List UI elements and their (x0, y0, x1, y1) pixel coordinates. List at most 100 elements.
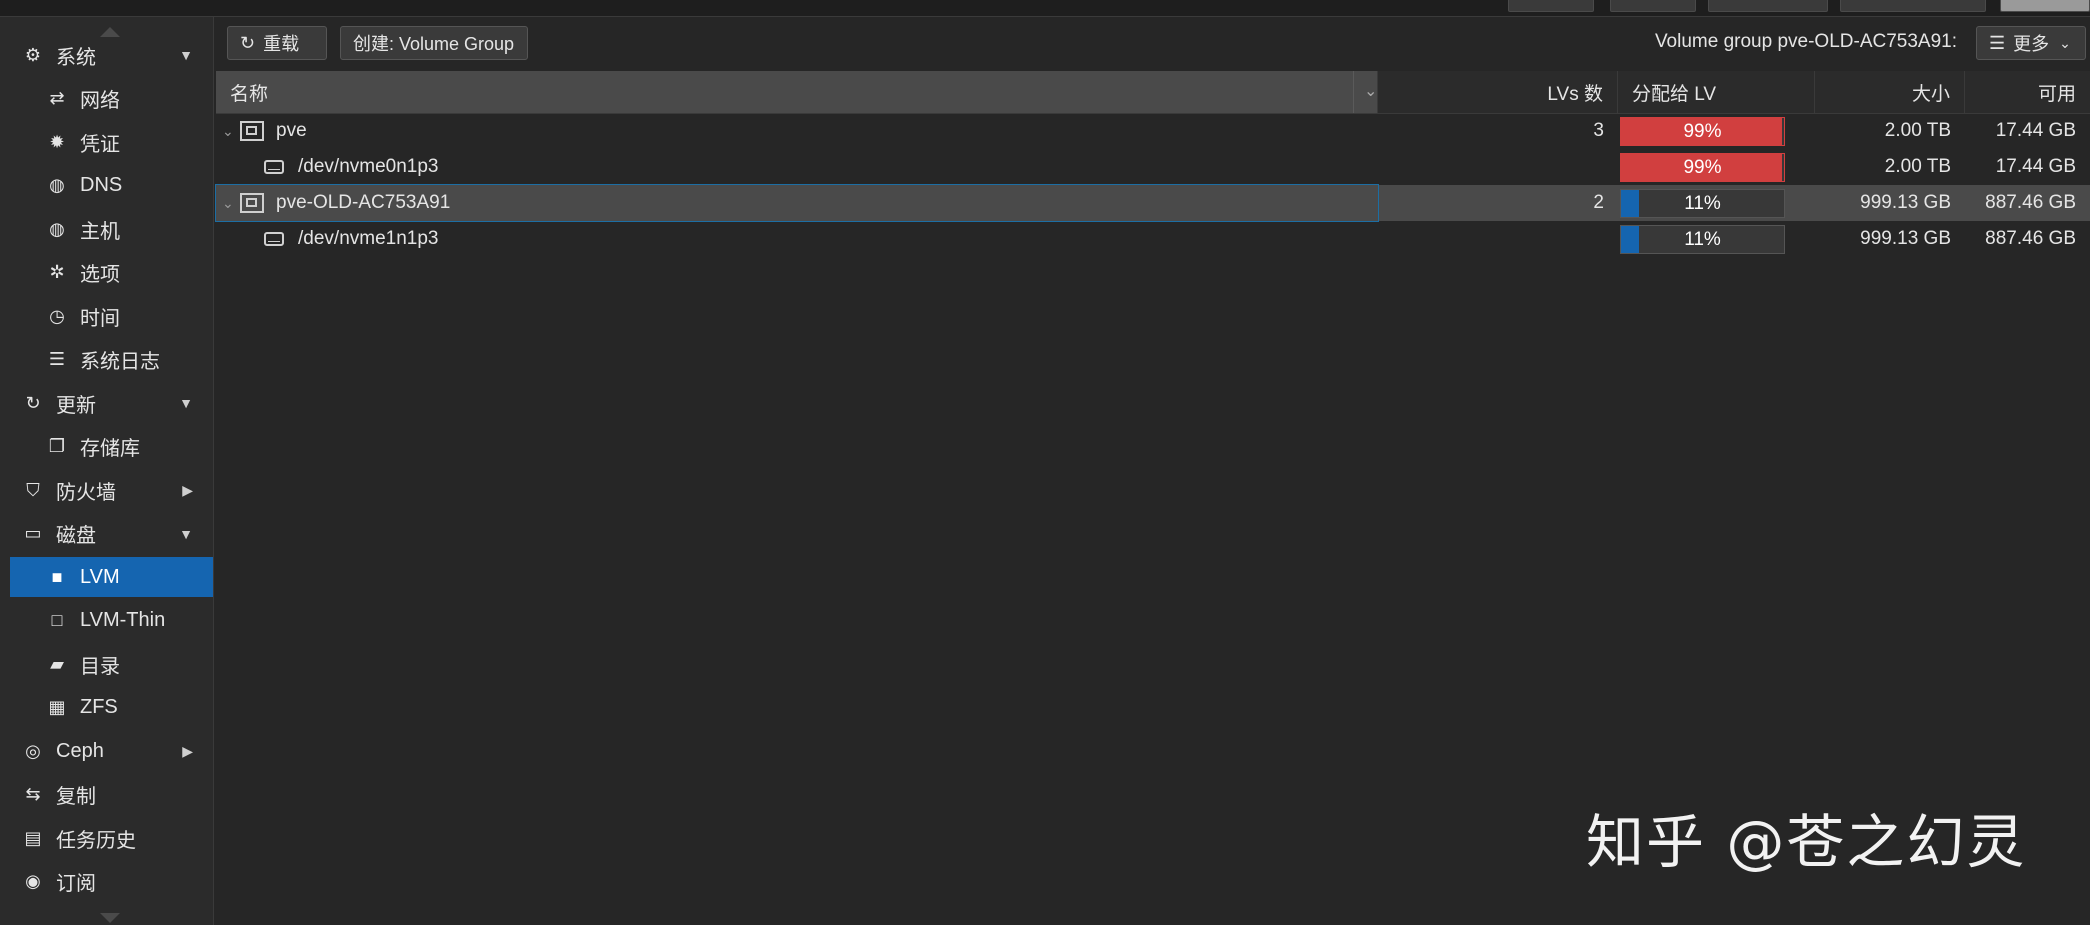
sidebar-item[interactable]: ▭ 磁盘 ▼ (0, 514, 213, 554)
expander-chevron-icon[interactable]: ⌄ (222, 195, 234, 212)
list-alt-icon: ▤ (24, 827, 42, 848)
sidebar-item[interactable]: ⇄ 网络 (0, 79, 213, 119)
sidebar-item[interactable]: ▰ 目录 (0, 644, 213, 684)
free-cell: 17.44 GB (1965, 113, 2090, 149)
column-header-name-label: 名称 (230, 83, 269, 105)
sidebar-item[interactable]: □ LVM-Thin (0, 601, 213, 641)
row-name: /dev/nvme1n1p3 (298, 228, 439, 249)
grid-header: 名称 ⌄ LVs 数 分配给 LV 大小 可用 (216, 71, 2090, 114)
top-button-stub[interactable] (1610, 0, 1696, 12)
scroll-down-arrow[interactable] (100, 913, 120, 923)
column-header-size-label: 大小 (1911, 83, 1950, 105)
exchange-icon: ⇄ (49, 88, 65, 108)
free-cell: 887.46 GB (1965, 221, 2090, 257)
sidebar-item[interactable]: ■ LVM (10, 557, 213, 597)
lvs-cell: 3 (1378, 113, 1618, 149)
size-value: 2.00 TB (1884, 156, 1951, 177)
sidebar-item-label: 凭证 (80, 133, 120, 156)
sidebar-item-label: 系统 (56, 46, 96, 69)
list-icon: ☰ (48, 349, 66, 369)
lvs-value: 3 (1593, 120, 1604, 141)
sidebar-item[interactable]: ↻ 更新 ▼ (0, 383, 213, 423)
column-header-lvs-label: LVs 数 (1547, 83, 1603, 105)
free-value: 17.44 GB (1995, 156, 2076, 177)
column-menu-divider (1353, 71, 1354, 113)
sidebar-item-label: 选项 (80, 264, 120, 286)
sidebar: ⚙ 系统 ▼ ⇄ 网络 ✹ 凭证 ◍ DNS ◍ 主机 ✲ 选项 ◷ 时间 ☰ 系统日志 ↻ 更新 ▼ ❐ 存储库 ⛉ 防火墙… (0, 17, 214, 925)
more-button[interactable]: ☰ 更多 ⌄ (1976, 26, 2086, 60)
table-row[interactable]: /dev/nvme0n1p3 99% 2.00 TB 17.44 GB (216, 149, 2090, 185)
retweet-icon: ⇆ (25, 784, 41, 804)
size-value: 999.13 GB (1860, 228, 1951, 249)
caret-down-icon[interactable]: ▼ (179, 526, 193, 542)
top-button-stub[interactable] (1508, 0, 1594, 12)
lvs-cell (1378, 149, 1618, 185)
top-button-stub[interactable] (2000, 0, 2090, 12)
column-menu-chevron-icon[interactable]: ⌄ (1364, 81, 1377, 101)
sidebar-item-label: 更新 (56, 394, 96, 417)
create-label: 创建: Volume Group (353, 34, 515, 54)
top-bar (0, 0, 2090, 17)
watermark: 知乎 @苍之幻灵 (1586, 808, 2027, 876)
name-cell: /dev/nvme0n1p3 (216, 149, 1378, 185)
sidebar-item[interactable]: ▤ 任务历史 (0, 818, 213, 858)
gear-icon: ✲ (49, 262, 65, 282)
row-name: pve (276, 120, 307, 141)
size-cell: 2.00 TB (1815, 113, 1965, 149)
caret-right-icon[interactable]: ▶ (182, 743, 193, 760)
top-button-stub[interactable] (1840, 0, 1986, 12)
sidebar-item[interactable]: ⛉ 防火墙 ▶ (0, 470, 213, 510)
create-volume-group-button[interactable]: 创建: Volume Group (340, 26, 528, 60)
name-cell: ⌄ pve (216, 113, 1378, 149)
free-value: 887.46 GB (1985, 192, 2076, 213)
name-cell: ⌄ pve-OLD-AC753A91 (215, 184, 1379, 222)
allocation-bar: 99% (1620, 153, 1785, 182)
sidebar-item[interactable]: ✲ 选项 (0, 253, 213, 293)
reload-button[interactable]: ↻ 重载 (227, 26, 327, 60)
sidebar-item[interactable]: ⇆ 复制 (0, 775, 213, 815)
allocation-bar: 11% (1620, 189, 1785, 218)
sidebar-item[interactable]: ✹ 凭证 (0, 122, 213, 162)
sidebar-item-label: 主机 (80, 220, 120, 243)
name-cell: /dev/nvme1n1p3 (216, 221, 1378, 257)
folder-icon: ▰ (50, 653, 64, 674)
sidebar-item[interactable]: ⚙ 系统 ▼ (0, 35, 213, 75)
square-outline-icon: □ (51, 610, 63, 630)
sidebar-item[interactable]: ◎ Ceph ▶ (0, 731, 213, 771)
caret-down-icon[interactable]: ▼ (179, 47, 193, 63)
reload-label: 重载 (263, 34, 300, 54)
column-header-size[interactable]: 大小 (1815, 71, 1965, 113)
sidebar-item[interactable]: ☰ 系统日志 (0, 340, 213, 380)
more-label: 更多 (2013, 34, 2050, 54)
sidebar-item-label: Ceph (56, 739, 104, 762)
column-header-name[interactable]: 名称 (216, 71, 1378, 113)
sidebar-item-label: LVM-Thin (80, 609, 166, 631)
sidebar-item-label: DNS (80, 174, 123, 196)
sidebar-item[interactable]: ◍ DNS (0, 166, 213, 206)
column-header-free[interactable]: 可用 (1965, 71, 2090, 113)
refresh-icon: ↻ (240, 32, 256, 53)
sidebar-item-label: 系统日志 (80, 351, 160, 373)
caret-right-icon[interactable]: ▶ (182, 482, 193, 499)
table-row[interactable]: ⌄ pve-OLD-AC753A91 2 11% 999.13 GB 887.46 GB (215, 184, 2090, 222)
table-row[interactable]: ⌄ pve 3 99% 2.00 TB 17.44 GB (216, 113, 2090, 149)
allocation-percent: 99% (1683, 120, 1722, 142)
square-icon: ■ (51, 566, 63, 587)
column-header-lvs[interactable]: LVs 数 (1378, 71, 1618, 113)
free-value: 17.44 GB (1995, 120, 2076, 141)
column-header-free-label: 可用 (2037, 83, 2076, 105)
caret-down-icon[interactable]: ▼ (179, 395, 193, 411)
sidebar-item[interactable]: ▦ ZFS (0, 688, 213, 728)
size-cell: 2.00 TB (1815, 149, 1965, 185)
sidebar-item[interactable]: ❐ 存储库 (0, 427, 213, 467)
top-button-stub[interactable] (1708, 0, 1828, 12)
sidebar-item[interactable]: ◷ 时间 (0, 296, 213, 336)
sidebar-item-label: 订阅 (56, 873, 96, 895)
sidebar-item[interactable]: ◉ 订阅 (0, 862, 213, 902)
expander-chevron-icon[interactable]: ⌄ (222, 123, 234, 140)
table-row[interactable]: /dev/nvme1n1p3 11% 999.13 GB 887.46 GB (216, 221, 2090, 257)
sidebar-item-label: 存储库 (80, 438, 140, 460)
column-header-alloc[interactable]: 分配给 LV (1618, 71, 1815, 113)
sidebar-item[interactable]: ◍ 主机 (0, 209, 213, 249)
globe-icon: ◍ (49, 175, 65, 195)
